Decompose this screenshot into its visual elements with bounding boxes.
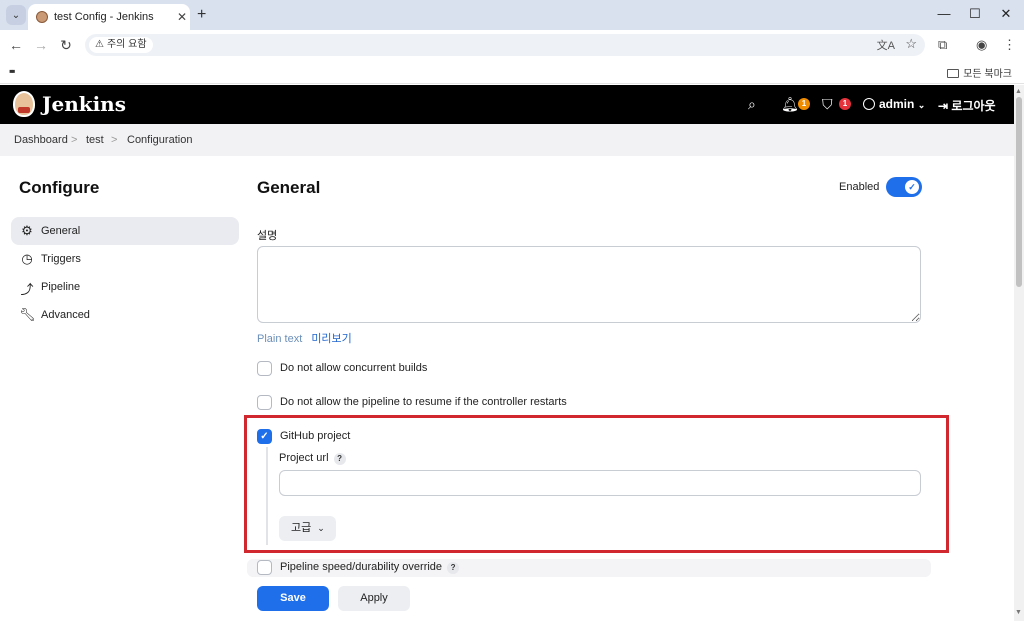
shield-icon[interactable]: ⛉ [822, 96, 833, 113]
scroll-up-icon[interactable]: ▲ [1015, 88, 1022, 95]
browser-tab[interactable]: test Config - Jenkins ✕ [28, 4, 190, 30]
security-chip-label: 주의 요함 [106, 39, 147, 50]
profile-icon[interactable]: ◉ [976, 37, 987, 53]
breadcrumb-configuration[interactable]: Configuration [127, 134, 192, 146]
security-chip[interactable]: ⚠ 주의 요함 [89, 37, 153, 53]
minimize-button[interactable]: — [934, 6, 954, 21]
description-format-links: Plain text 미리보기 [257, 330, 352, 346]
browser-menu-icon[interactable]: ⋮ [1003, 37, 1016, 53]
all-bookmarks-button[interactable]: 모든 북마크 [947, 65, 1012, 80]
extensions-icon[interactable]: ⧉ [938, 37, 947, 53]
breadcrumb-separator: > [111, 134, 118, 146]
project-url-input[interactable] [279, 470, 921, 496]
clock-icon: ◷ [21, 251, 33, 266]
scroll-down-icon[interactable]: ▼ [1015, 609, 1022, 616]
concurrent-builds-checkbox[interactable] [257, 361, 272, 376]
sidebar-item-pipeline[interactable]: ⤴ Pipeline [11, 273, 239, 301]
sidebar-item-triggers[interactable]: ◷ Triggers [11, 245, 239, 273]
sidebar-item-general[interactable]: ⚙ General [11, 217, 239, 245]
bookmark-bar: ▪▪ 모든 북마크 [0, 60, 1024, 84]
sidebar-item-label: General [41, 225, 81, 237]
browser-titlebar: ⌄ test Config - Jenkins ✕ + — ☐ ✕ [0, 0, 1024, 30]
preview-link[interactable]: 미리보기 [311, 333, 351, 345]
folder-icon [947, 69, 960, 78]
nested-section-line [266, 447, 268, 545]
section-title: General [257, 178, 321, 197]
concurrent-builds-label[interactable]: Do not allow concurrent builds [280, 362, 427, 374]
sidebar-item-label: Advanced [41, 309, 90, 321]
plain-text-link[interactable]: Plain text [257, 333, 302, 345]
project-url-label: Project url? [279, 452, 346, 465]
durability-override-label[interactable]: Pipeline speed/durability override? [280, 561, 460, 574]
reload-icon[interactable]: ↻ [58, 37, 74, 54]
translate-icon[interactable]: 文A [877, 37, 895, 53]
check-icon: ✓ [905, 180, 919, 194]
jenkins-logo-icon[interactable] [13, 91, 35, 117]
window-close-button[interactable]: ✕ [996, 6, 1016, 22]
close-tab-icon[interactable]: ✕ [174, 10, 190, 24]
sidebar-title: Configure [19, 178, 100, 197]
scrollbar-thumb[interactable] [1016, 97, 1022, 287]
gear-icon: ⚙ [21, 223, 33, 238]
chevron-down-icon: ⌄ [317, 523, 325, 533]
apps-grid-icon[interactable]: ▪▪ [9, 64, 15, 78]
help-icon[interactable]: ? [333, 453, 346, 465]
wrench-icon: 🔧︎ [19, 307, 36, 322]
bookmark-star-icon[interactable]: ☆ [905, 36, 917, 52]
enabled-toggle[interactable]: ✓ [886, 177, 922, 197]
breadcrumb-dashboard[interactable]: Dashboard [14, 134, 68, 146]
advanced-button[interactable]: 고급 ⌄ [279, 516, 336, 541]
user-icon [863, 98, 875, 110]
jenkins-favicon-icon [36, 11, 48, 23]
apply-button[interactable]: Apply [338, 586, 410, 611]
tab-search-button[interactable]: ⌄ [6, 5, 26, 25]
project-url-label-text: Project url [279, 452, 329, 464]
sidebar-item-advanced[interactable]: 🔧︎ Advanced [11, 301, 239, 329]
description-textarea[interactable] [257, 246, 921, 323]
save-button[interactable]: Save [257, 586, 329, 611]
enabled-label: Enabled [839, 181, 880, 193]
sidebar-item-label: Pipeline [41, 281, 81, 293]
breadcrumb-separator: > [71, 134, 78, 146]
description-label: 설명 [257, 230, 278, 242]
jenkins-header: Jenkins ⌕ 🔔︎ 1 ⛉ 1 admin ⌄ ⇥ 로그아웃 [0, 85, 1014, 124]
github-project-label[interactable]: GitHub project [280, 430, 350, 442]
back-icon[interactable]: ← [8, 37, 24, 53]
bell-icon[interactable]: 🔔︎ [781, 96, 799, 113]
user-menu[interactable]: admin ⌄ [863, 97, 925, 111]
chevron-down-icon: ⌄ [917, 100, 926, 110]
tab-title: test Config - Jenkins [54, 11, 154, 23]
github-project-checkbox[interactable]: ✓ [257, 429, 272, 444]
resume-pipeline-label[interactable]: Do not allow the pipeline to resume if t… [280, 396, 567, 408]
notifications-badge: 1 [798, 98, 810, 110]
help-icon[interactable]: ? [447, 562, 460, 574]
resume-pipeline-checkbox[interactable] [257, 395, 272, 410]
logout-label: 로그아웃 [951, 99, 996, 113]
breadcrumb: Dashboard > test > Configuration [0, 124, 1014, 156]
durability-override-checkbox[interactable] [257, 560, 272, 575]
logout-link[interactable]: ⇥ 로그아웃 [938, 97, 996, 114]
logout-icon: ⇥ [938, 99, 949, 113]
sidebar-item-label: Triggers [41, 253, 81, 265]
forward-icon[interactable]: → [33, 37, 49, 53]
security-badge: 1 [839, 98, 851, 110]
advanced-label: 고급 [291, 522, 312, 534]
pipeline-icon: ⤴ [20, 282, 34, 297]
address-bar[interactable]: ⚠ 주의 요함 文A ☆ [85, 34, 925, 56]
maximize-button[interactable]: ☐ [965, 6, 985, 22]
jenkins-brand[interactable]: Jenkins [42, 92, 126, 116]
new-tab-button[interactable]: + [197, 6, 206, 24]
breadcrumb-test[interactable]: test [86, 134, 104, 146]
all-bookmarks-label: 모든 북마크 [963, 69, 1012, 80]
warning-icon: ⚠ [95, 39, 104, 50]
user-name: admin [879, 97, 915, 111]
durability-override-text: Pipeline speed/durability override [280, 561, 443, 573]
browser-toolbar: ← → ↻ ⚠ 주의 요함 文A ☆ ⧉ ◉ ⋮ [0, 30, 1024, 60]
search-icon[interactable]: ⌕ [748, 96, 756, 113]
